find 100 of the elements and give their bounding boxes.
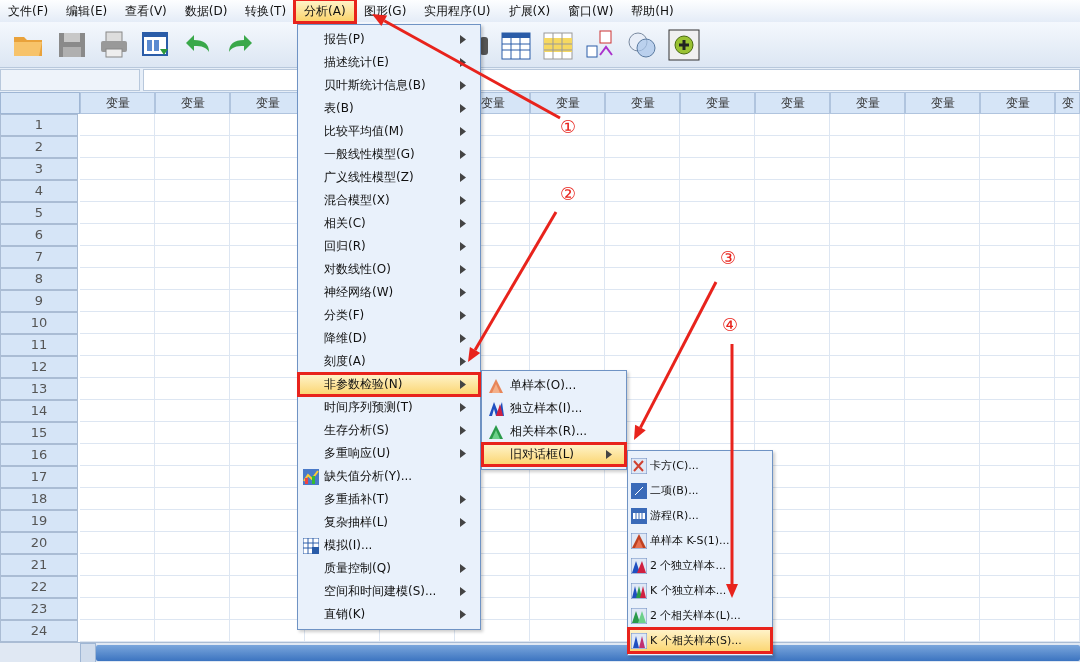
grid-cell[interactable] xyxy=(1055,268,1080,290)
grid-cell[interactable] xyxy=(830,114,905,136)
grid-cell[interactable] xyxy=(155,598,230,620)
grid-cell[interactable] xyxy=(680,378,755,400)
grid-cell[interactable] xyxy=(1055,422,1080,444)
grid-cell[interactable] xyxy=(980,400,1055,422)
grid-cell[interactable] xyxy=(1055,136,1080,158)
grid-cell[interactable] xyxy=(530,488,605,510)
menu-item[interactable]: 复杂抽样(L) xyxy=(298,511,480,534)
menu-item[interactable]: 扩展(X) xyxy=(500,1,559,21)
grid-cell[interactable] xyxy=(80,378,155,400)
grid-cell[interactable] xyxy=(680,290,755,312)
grid-cell[interactable] xyxy=(155,466,230,488)
row-number[interactable]: 6 xyxy=(0,224,78,246)
cell-reference-field[interactable] xyxy=(0,69,140,91)
menu-item[interactable]: 刻度(A) xyxy=(298,350,480,373)
menu-item[interactable]: 混合模型(X) xyxy=(298,189,480,212)
menu-item[interactable]: 卡方(C)... xyxy=(628,453,772,478)
grid-cell[interactable] xyxy=(980,334,1055,356)
grid-cell[interactable] xyxy=(830,488,905,510)
grid-cell[interactable] xyxy=(80,356,155,378)
plus-icon[interactable] xyxy=(668,28,700,61)
menu-item[interactable]: 文件(F) xyxy=(0,1,57,21)
grid-cell[interactable] xyxy=(905,532,980,554)
grid-cell[interactable] xyxy=(980,114,1055,136)
menu-item[interactable]: 比较平均值(M) xyxy=(298,120,480,143)
grid-cell[interactable] xyxy=(830,422,905,444)
grid-cell[interactable] xyxy=(680,356,755,378)
grid-cell[interactable] xyxy=(530,312,605,334)
menu-item[interactable]: 游程(R)... xyxy=(628,503,772,528)
grid-cell[interactable] xyxy=(155,554,230,576)
grid-cell[interactable] xyxy=(80,422,155,444)
menu-item[interactable]: 空间和时间建模(S)... xyxy=(298,580,480,603)
scroll-left-button[interactable] xyxy=(80,643,96,662)
menu-item[interactable]: 帮助(H) xyxy=(623,1,682,21)
column-header[interactable]: 变量 xyxy=(905,92,980,114)
grid-cell[interactable] xyxy=(980,422,1055,444)
menu-item[interactable]: 窗口(W) xyxy=(560,1,622,21)
row-number[interactable]: 17 xyxy=(0,466,78,488)
grid-cell[interactable] xyxy=(830,158,905,180)
grid-cell[interactable] xyxy=(155,158,230,180)
grid-cell[interactable] xyxy=(80,598,155,620)
menu-item[interactable]: 描述统计(E) xyxy=(298,51,480,74)
grid-cell[interactable] xyxy=(830,290,905,312)
grid-cell[interactable] xyxy=(80,180,155,202)
grid-cell[interactable] xyxy=(755,422,830,444)
grid-cell[interactable] xyxy=(755,246,830,268)
grid-cell[interactable] xyxy=(980,312,1055,334)
grid-cell[interactable] xyxy=(905,400,980,422)
column-header[interactable]: 变 xyxy=(1055,92,1080,114)
grid-cell[interactable] xyxy=(905,202,980,224)
grid-cell[interactable] xyxy=(905,246,980,268)
grid-cell[interactable] xyxy=(155,510,230,532)
grid-cell[interactable] xyxy=(905,598,980,620)
grid-cell[interactable] xyxy=(755,268,830,290)
menu-item[interactable]: 2 个相关样本(L)... xyxy=(628,603,772,628)
grid-cell[interactable] xyxy=(530,180,605,202)
grid-cell[interactable] xyxy=(830,334,905,356)
grid-cell[interactable] xyxy=(1055,554,1080,576)
row-number[interactable]: 18 xyxy=(0,488,78,510)
grid-cell[interactable] xyxy=(755,356,830,378)
grid-cell[interactable] xyxy=(530,202,605,224)
row-number[interactable]: 22 xyxy=(0,576,78,598)
menu-item[interactable]: 实用程序(U) xyxy=(416,1,499,21)
grid-cell[interactable] xyxy=(755,312,830,334)
grid-cell[interactable] xyxy=(980,488,1055,510)
grid-cell[interactable] xyxy=(830,444,905,466)
grid-cell[interactable] xyxy=(980,554,1055,576)
grid-cell[interactable] xyxy=(830,576,905,598)
row-number[interactable]: 15 xyxy=(0,422,78,444)
grid-cell[interactable] xyxy=(530,290,605,312)
menu-item[interactable]: 转换(T) xyxy=(237,1,295,21)
grid-cell[interactable] xyxy=(830,510,905,532)
grid-cell[interactable] xyxy=(155,422,230,444)
grid-cell[interactable] xyxy=(80,246,155,268)
menu-item[interactable]: 回归(R) xyxy=(298,235,480,258)
menu-item[interactable]: 对数线性(O) xyxy=(298,258,480,281)
grid-cell[interactable] xyxy=(905,268,980,290)
row-number[interactable]: 10 xyxy=(0,312,78,334)
menu-item[interactable]: 单样本(O)... xyxy=(482,374,626,397)
grid-cell[interactable] xyxy=(755,202,830,224)
grid-cell[interactable] xyxy=(1055,356,1080,378)
grid-cell[interactable] xyxy=(80,510,155,532)
grid-cell[interactable] xyxy=(80,224,155,246)
grid-cell[interactable] xyxy=(1055,510,1080,532)
column-header[interactable]: 变量 xyxy=(155,92,230,114)
grid-cell[interactable] xyxy=(155,378,230,400)
row-number[interactable]: 1 xyxy=(0,114,78,136)
grid-cell[interactable] xyxy=(530,224,605,246)
grid-cell[interactable] xyxy=(905,334,980,356)
grid-cell[interactable] xyxy=(605,268,680,290)
row-number[interactable]: 21 xyxy=(0,554,78,576)
grid-cell[interactable] xyxy=(605,312,680,334)
menu-item[interactable]: 旧对话框(L) xyxy=(482,443,626,466)
grid-cell[interactable] xyxy=(605,180,680,202)
grid-cell[interactable] xyxy=(905,510,980,532)
grid-cell[interactable] xyxy=(905,488,980,510)
menu-item[interactable]: 相关样本(R)... xyxy=(482,420,626,443)
grid-cell[interactable] xyxy=(680,422,755,444)
grid-cell[interactable] xyxy=(830,268,905,290)
